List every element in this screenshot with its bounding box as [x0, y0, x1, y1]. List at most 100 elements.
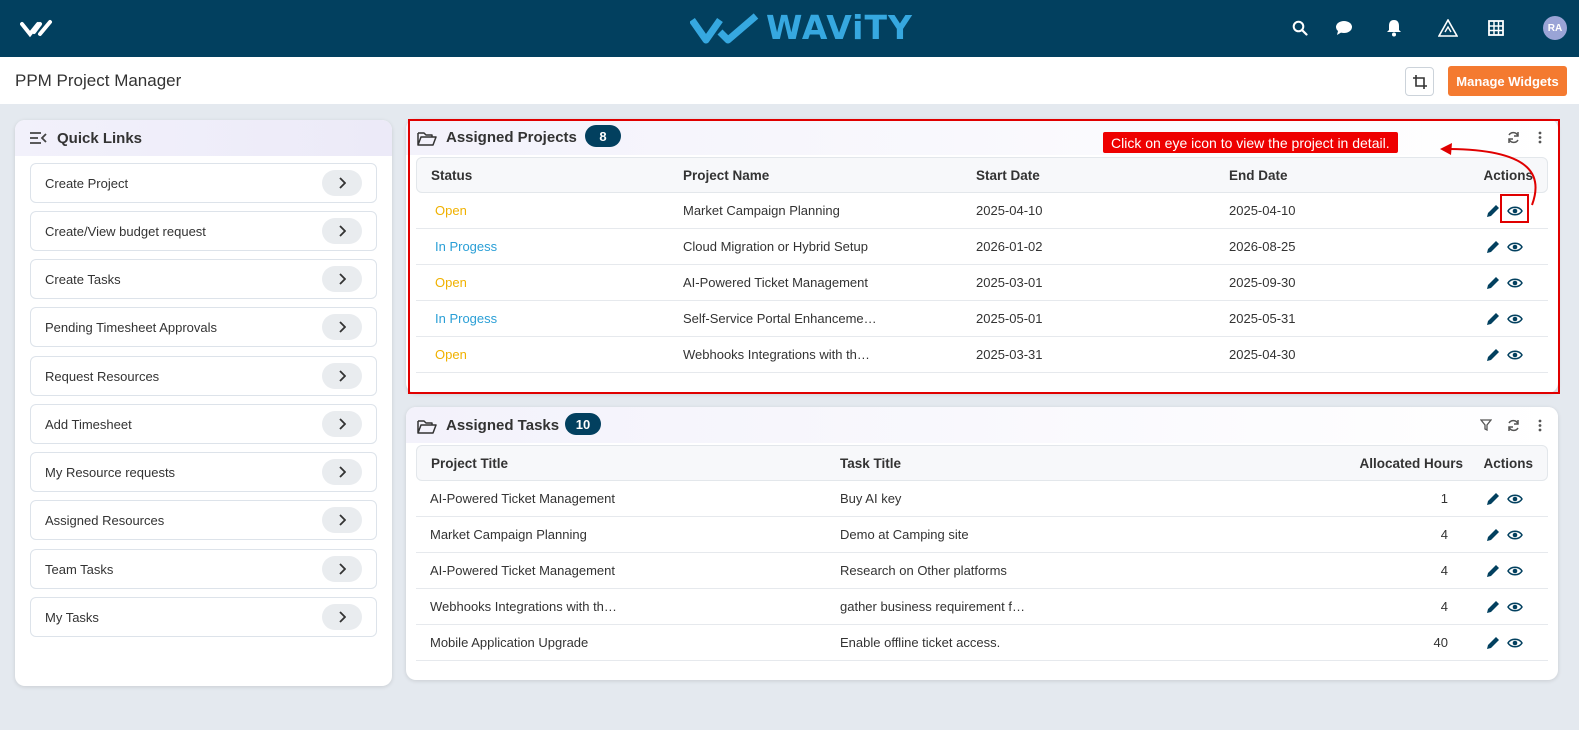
quick-link-add-timesheet[interactable]: Add Timesheet [30, 404, 377, 444]
warning-icon[interactable] [1438, 18, 1458, 38]
quick-link-create-tasks[interactable]: Create Tasks [30, 259, 377, 299]
edit-pencil-icon[interactable] [1485, 275, 1501, 291]
grid-icon[interactable] [1486, 18, 1506, 38]
quick-link-label: My Resource requests [45, 464, 176, 480]
allocated-hours: 1 [1440, 491, 1448, 506]
bell-icon[interactable] [1384, 18, 1404, 38]
quick-link-request-resources[interactable]: Request Resources [30, 356, 377, 396]
quick-link-my-tasks[interactable]: My Tasks [30, 597, 377, 637]
allocated-hours: 4 [1440, 527, 1448, 542]
chevron-right-icon[interactable] [322, 604, 362, 630]
view-eye-icon[interactable] [1507, 635, 1523, 651]
column-header-end-date[interactable]: End Date [1229, 168, 1288, 183]
edit-pencil-icon[interactable] [1485, 563, 1501, 579]
end-date: 2025-04-30 [1229, 347, 1296, 362]
quick-link-label: Request Resources [45, 368, 160, 384]
chevron-right-icon[interactable] [322, 170, 362, 196]
quick-link-team-tasks[interactable]: Team Tasks [30, 549, 377, 589]
table-row: Open Webhooks Integrations with th… 2025… [416, 337, 1548, 373]
view-eye-icon[interactable] [1507, 275, 1523, 291]
quick-link-budget-request[interactable]: Create/View budget request [30, 211, 377, 251]
quick-link-label: Add Timesheet [45, 416, 132, 432]
quick-link-label: Create/View budget request [45, 223, 206, 239]
quick-links-header: Quick Links [15, 120, 392, 156]
table-row: Webhooks Integrations with th… gather bu… [416, 589, 1548, 625]
task-title: Research on Other platforms [840, 563, 1007, 578]
view-eye-icon[interactable] [1507, 527, 1523, 543]
end-date: 2025-04-10 [1229, 203, 1296, 218]
column-header-start-date[interactable]: Start Date [976, 168, 1040, 183]
chevron-right-icon[interactable] [322, 507, 362, 533]
chevron-right-icon[interactable] [322, 411, 362, 437]
view-eye-icon[interactable] [1507, 491, 1523, 507]
view-eye-icon[interactable] [1507, 599, 1523, 615]
column-header-status[interactable]: Status [431, 168, 472, 183]
quick-link-timesheet-approvals[interactable]: Pending Timesheet Approvals [30, 307, 377, 347]
edit-pencil-icon[interactable] [1485, 599, 1501, 615]
view-eye-icon[interactable] [1507, 347, 1523, 363]
chevron-right-icon[interactable] [322, 314, 362, 340]
edit-pencil-icon[interactable] [1485, 311, 1501, 327]
chevron-right-icon[interactable] [322, 556, 362, 582]
column-header-project-title[interactable]: Project Title [431, 456, 508, 471]
page-title: PPM Project Manager [15, 71, 182, 90]
filter-icon[interactable] [1479, 418, 1493, 432]
end-date: 2025-05-31 [1229, 311, 1296, 326]
wavity-small-logo[interactable] [20, 16, 58, 40]
chevron-right-icon[interactable] [322, 459, 362, 485]
page-header: PPM Project Manager Manage Widgets [0, 57, 1579, 104]
table-row: In Progess Self-Service Portal Enhanceme… [416, 301, 1548, 337]
folder-open-icon [417, 132, 437, 146]
brand-logo: WAViTY [690, 8, 913, 47]
edit-pencil-icon[interactable] [1485, 239, 1501, 255]
edit-pencil-icon[interactable] [1485, 347, 1501, 363]
chat-icon[interactable] [1334, 18, 1354, 38]
project-title: Webhooks Integrations with th… [430, 599, 617, 614]
table-row: Open AI-Powered Ticket Management 2025-0… [416, 265, 1548, 301]
search-icon[interactable] [1290, 18, 1310, 38]
chevron-right-icon[interactable] [322, 363, 362, 389]
task-title: gather business requirement f… [840, 599, 1025, 614]
project-name: Self-Service Portal Enhanceme… [683, 311, 877, 326]
view-eye-icon[interactable] [1507, 239, 1523, 255]
chevron-right-icon[interactable] [322, 266, 362, 292]
column-header-actions: Actions [1483, 456, 1533, 471]
assigned-tasks-title: Assigned Tasks [446, 417, 560, 434]
user-avatar[interactable]: RA [1543, 16, 1567, 40]
more-options-icon[interactable] [1533, 418, 1547, 432]
chevron-right-icon[interactable] [322, 218, 362, 244]
edit-pencil-icon[interactable] [1485, 491, 1501, 507]
project-name: Market Campaign Planning [683, 203, 840, 218]
quick-link-label: Create Tasks [45, 271, 121, 287]
brand-name: WAViTY [766, 8, 913, 47]
quick-link-assigned-resources[interactable]: Assigned Resources [30, 500, 377, 540]
column-header-project-name[interactable]: Project Name [683, 168, 769, 183]
projects-table: Status Project Name Start Date End Date … [416, 157, 1548, 393]
quick-link-label: Assigned Resources [45, 512, 165, 528]
edit-pencil-icon[interactable] [1485, 527, 1501, 543]
status-badge: Open [435, 347, 467, 362]
menu-collapse-icon[interactable] [29, 131, 47, 145]
allocated-hours: 40 [1433, 635, 1448, 650]
assigned-projects-widget: Assigned Projects 8 Status Project Name … [406, 119, 1558, 393]
top-navbar: WAViTY RA [0, 0, 1579, 57]
manage-widgets-button[interactable]: Manage Widgets [1448, 66, 1567, 96]
status-badge: In Progess [435, 239, 498, 254]
view-eye-icon[interactable] [1507, 563, 1523, 579]
view-eye-icon[interactable] [1507, 311, 1523, 327]
column-header-task-title[interactable]: Task Title [840, 456, 901, 471]
crop-button[interactable] [1405, 67, 1434, 96]
column-header-allocated-hours[interactable]: Allocated Hours [1359, 456, 1463, 471]
edit-pencil-icon[interactable] [1485, 635, 1501, 651]
allocated-hours: 4 [1440, 563, 1448, 578]
project-name: AI-Powered Ticket Management [683, 275, 868, 290]
assigned-projects-title: Assigned Projects [446, 129, 577, 146]
crop-icon [1412, 74, 1427, 89]
tasks-table: Project Title Task Title Allocated Hours… [416, 445, 1548, 680]
quick-link-resource-requests[interactable]: My Resource requests [30, 452, 377, 492]
quick-link-create-project[interactable]: Create Project [30, 163, 377, 203]
project-title: AI-Powered Ticket Management [430, 491, 615, 506]
project-name: Cloud Migration or Hybrid Setup [683, 239, 868, 254]
refresh-icon[interactable] [1506, 418, 1520, 432]
status-badge: Open [435, 203, 467, 218]
